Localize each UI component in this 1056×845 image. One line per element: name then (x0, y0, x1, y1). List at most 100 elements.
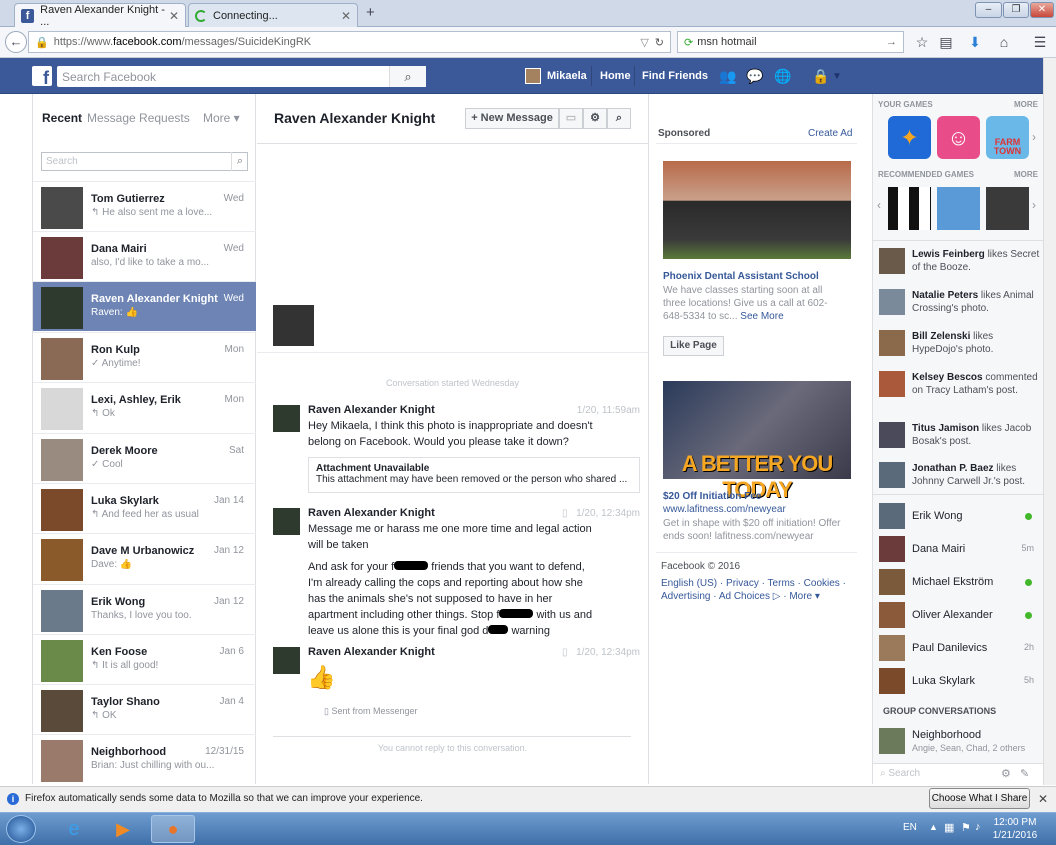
home-link[interactable]: Home (600, 70, 631, 82)
facebook-search-input[interactable]: Search Facebook (57, 66, 426, 87)
restore-icon[interactable]: ❐ (1003, 2, 1029, 18)
see-more-link[interactable]: See More (740, 311, 783, 322)
minimize-icon[interactable]: – (975, 2, 1002, 18)
search-go-icon[interactable]: → (886, 36, 897, 48)
ticker-item[interactable]: Titus Jamison likes Jacob Bosak's post. (878, 420, 1038, 452)
friend-requests-icon[interactable]: 👥 (719, 68, 736, 85)
ticker-item[interactable]: Kelsey Bescos commented on Tracy Latham'… (878, 369, 1038, 401)
ad-url[interactable]: www.lafitness.com/newyear (663, 504, 786, 515)
conversation-item[interactable]: Dave M Urbanowicz Dave: 👍 Jan 12 (33, 533, 256, 583)
action-center-icon[interactable]: ⚑ (961, 821, 971, 834)
dropdown-icon[interactable]: ▽ (640, 36, 648, 49)
media-player-icon[interactable]: ▶ (101, 815, 145, 843)
conversation-item[interactable]: Dana Mairi also, I'd like to take a mo..… (33, 231, 256, 281)
language-indicator[interactable]: EN (903, 822, 917, 833)
tab-connecting[interactable]: Connecting... ✕ (188, 3, 358, 27)
clock[interactable]: 12:00 PM 1/21/2016 (991, 816, 1039, 842)
tab-recent[interactable]: Recent (42, 111, 82, 125)
tab-more[interactable]: More ▾ (203, 111, 240, 125)
ticker-item[interactable]: Bill Zelenski likes HypeDojo's photo. (878, 328, 1038, 360)
search-icon[interactable]: ⌕ (607, 108, 631, 129)
chat-search-input[interactable]: ⌕ Search (880, 768, 920, 779)
close-tab-icon[interactable]: ✕ (341, 9, 351, 23)
game-icon[interactable] (986, 187, 1029, 230)
close-tab-icon[interactable]: ✕ (169, 9, 179, 23)
sender-name[interactable]: Raven Alexander Knight (308, 507, 435, 519)
account-dropdown-icon[interactable]: ▼ (832, 71, 842, 82)
chat-contact[interactable]: Michael Ekström (878, 568, 1038, 596)
firefox-taskbar-icon[interactable]: ● (151, 815, 195, 843)
create-ad-link[interactable]: Create Ad (808, 128, 852, 139)
page-scrollbar[interactable] (1043, 58, 1056, 785)
conversation-item[interactable]: Taylor Shano ↰ OK Jan 4 (33, 684, 256, 734)
more-games-link[interactable]: MORE (1014, 100, 1038, 109)
sender-avatar[interactable] (273, 508, 300, 535)
sender-name[interactable]: Raven Alexander Knight (308, 404, 435, 416)
conversation-item[interactable]: Ron Kulp ✓ Anytime! Mon (33, 332, 256, 382)
url-bar[interactable]: 🔒 https://www. facebook.com/messages/Suic… (28, 31, 671, 53)
search-bar[interactable]: ⟳ msn hotmail → (677, 31, 904, 53)
footer-link[interactable]: English (US) (661, 578, 717, 589)
tab-facebook[interactable]: f Raven Alexander Knight - ... ✕ (14, 3, 186, 28)
compose-icon[interactable]: ✎ (1020, 767, 1029, 780)
ticker-item[interactable]: Natalie Peters likes Animal Crossing's p… (878, 287, 1038, 319)
search-icon[interactable]: ⌕ (389, 66, 426, 87)
game-icon[interactable]: ✦ (888, 116, 931, 159)
network-icon[interactable]: ▦ (944, 821, 954, 834)
chat-contact[interactable]: Paul Danilevics 2h (878, 634, 1038, 662)
gear-icon[interactable]: ⚙ (583, 108, 607, 129)
show-hidden-icons-icon[interactable]: ▲ (929, 822, 938, 832)
ad-image-dental[interactable] (663, 161, 851, 259)
chevron-left-icon[interactable]: ‹ (877, 198, 881, 212)
ticker-item[interactable]: Jonathan P. Baez likes Johnny Carwell Jr… (878, 460, 1038, 492)
downloads-icon[interactable]: ⬇ (965, 32, 985, 52)
footer-link[interactable]: Terms (768, 578, 795, 589)
bookmarks-list-icon[interactable]: ▤ (936, 32, 956, 52)
conversation-item[interactable]: Tom Gutierrez ↰ He also sent me a love..… (33, 181, 256, 231)
ad-title-link[interactable]: Phoenix Dental Assistant School (663, 271, 819, 282)
footer-link[interactable]: More ▾ (789, 591, 820, 602)
home-icon[interactable]: ⌂ (994, 32, 1014, 52)
more-games-link[interactable]: MORE (1014, 170, 1038, 179)
conversation-item[interactable]: Luka Skylark ↰ And feed her as usual Jan… (33, 483, 256, 533)
tab-message-requests[interactable]: Message Requests (87, 111, 190, 125)
sender-avatar[interactable] (273, 647, 300, 674)
chevron-right-icon[interactable]: › (1032, 130, 1036, 144)
sender-avatar[interactable] (273, 405, 300, 432)
volume-icon[interactable]: ♪ (975, 821, 981, 833)
new-message-button[interactable]: + New Message (465, 108, 559, 129)
footer-link[interactable]: Advertising (661, 591, 710, 602)
conversation-item[interactable]: Erik Wong Thanks, I love you too. Jan 12 (33, 584, 256, 634)
notifications-globe-icon[interactable]: 🌐 (774, 68, 791, 85)
chat-contact[interactable]: Dana Mairi 5m (878, 535, 1038, 563)
choose-what-i-share-button[interactable]: Choose What I Share (929, 788, 1030, 809)
game-icon[interactable] (937, 187, 980, 230)
shared-photo-thumbnail[interactable] (273, 305, 314, 346)
facebook-logo[interactable]: f (32, 66, 52, 88)
conversation-item[interactable]: Derek Moore ✓ Cool Sat (33, 433, 256, 483)
group-conversation-item[interactable]: Neighborhood Angie, Sean, Chad, 2 others (878, 727, 1038, 757)
ticker-item[interactable]: Lewis Feinberg likes Secret of the Booze… (878, 246, 1039, 278)
gear-icon[interactable]: ⚙ (1001, 767, 1011, 780)
footer-link[interactable]: Privacy (726, 578, 759, 589)
user-avatar[interactable] (525, 68, 541, 84)
chat-contact[interactable]: Erik Wong (878, 502, 1038, 530)
find-friends-link[interactable]: Find Friends (642, 70, 708, 82)
video-call-icon[interactable]: ▭ (559, 108, 583, 129)
conversation-item[interactable]: Neighborhood Brian: Just chilling with o… (33, 734, 256, 784)
farm-town-game-icon[interactable]: FARM TOWN (986, 116, 1029, 159)
ad-title-link[interactable]: $20 Off Initiation Fee (663, 491, 761, 502)
footer-link[interactable]: Ad Choices (719, 591, 770, 602)
back-icon[interactable]: ← (5, 31, 27, 53)
close-notification-icon[interactable]: ✕ (1038, 792, 1048, 806)
chat-contact[interactable]: Luka Skylark 5h (878, 667, 1038, 695)
game-icon[interactable] (888, 187, 931, 230)
internet-explorer-icon[interactable]: e (52, 815, 96, 843)
chat-contact[interactable]: Oliver Alexander (878, 601, 1038, 629)
menu-icon[interactable]: ☰ (1030, 32, 1050, 52)
conversation-item[interactable]: Lexi, Ashley, Erik ↰ Ok Mon (33, 382, 256, 432)
conversation-search-input[interactable]: Search (41, 152, 248, 171)
conversation-item[interactable]: Ken Foose ↰ It is all good! Jan 6 (33, 634, 256, 684)
attachment-card[interactable]: Attachment Unavailable This attachment m… (308, 457, 640, 493)
conversation-item-selected[interactable]: Raven Alexander Knight Raven: 👍 Wed (33, 281, 256, 331)
